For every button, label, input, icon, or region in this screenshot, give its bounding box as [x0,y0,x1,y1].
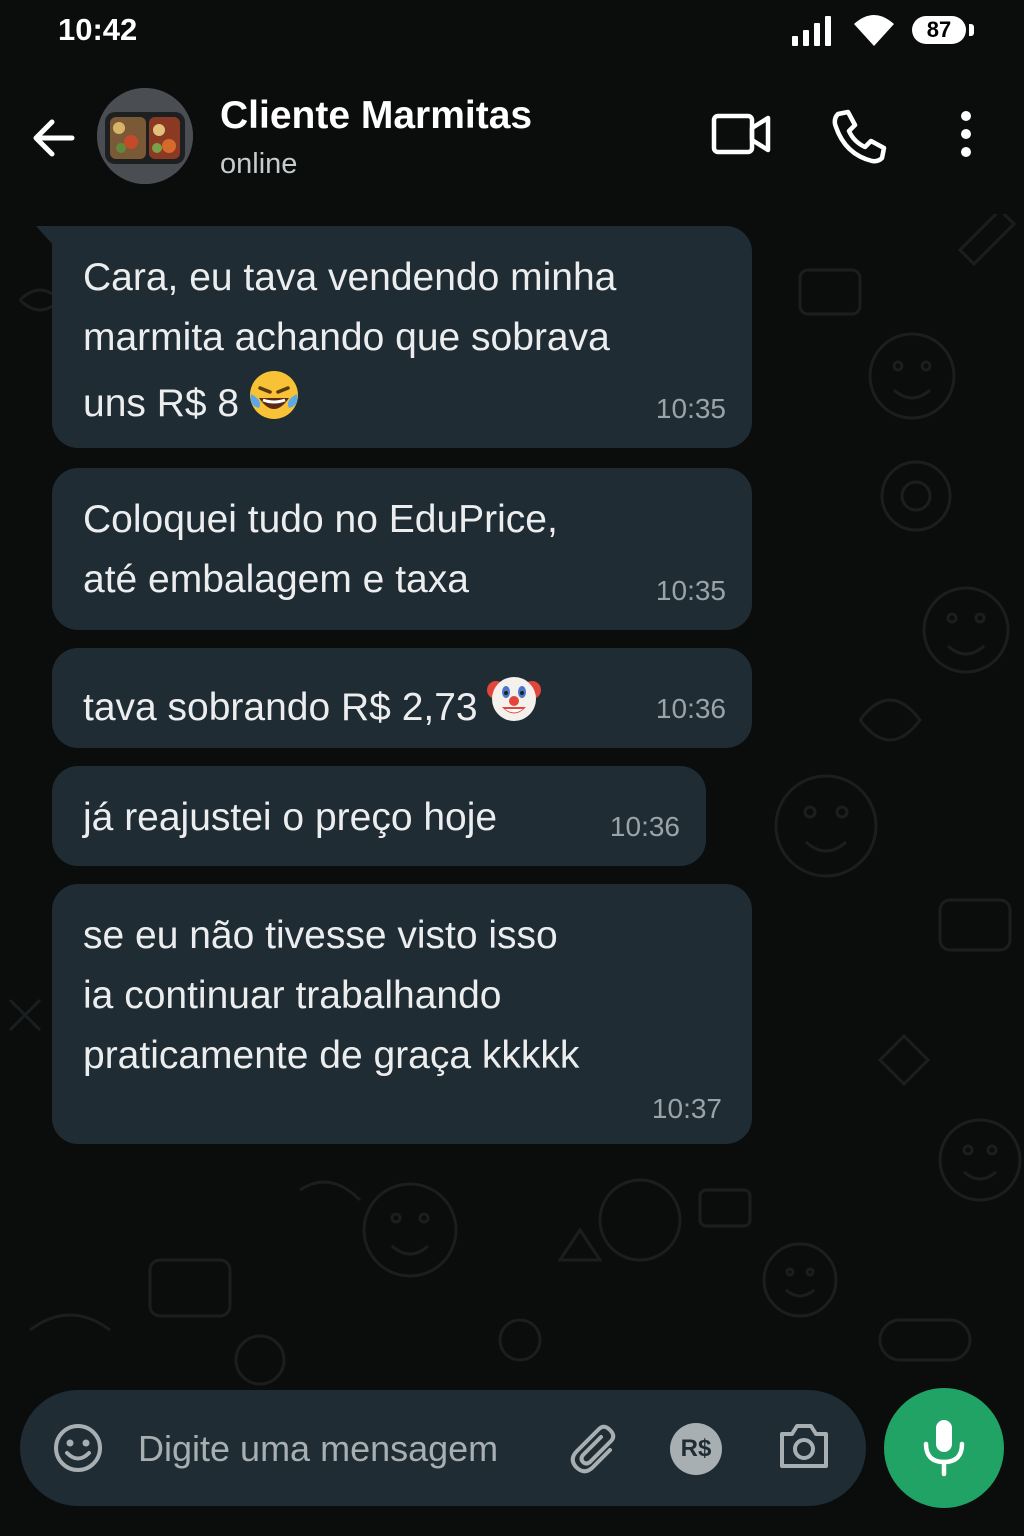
clown-emoji-icon [486,677,541,721]
wifi-icon [854,15,894,46]
payment-button[interactable]: R$ [670,1423,722,1475]
message-line-text: tava sobrando R$ 2,73 [83,686,478,729]
video-call-icon[interactable] [710,108,772,160]
contact-avatar[interactable] [97,88,193,184]
message-line: tava sobrando R$ 2,73 [83,670,722,738]
message-line: Coloquei tudo no EduPrice, [83,498,558,541]
message-time: 10:36 [609,811,680,842]
laughing-tears-emoji-icon [250,371,299,419]
message-line: se eu não tivesse visto isso [83,914,558,957]
phone-call-icon[interactable] [830,108,888,164]
message-bubble[interactable]: já reajustei o preço hoje 10:36 [52,766,706,866]
contact-status: online [220,148,298,180]
microphone-icon [923,1420,965,1477]
status-icons: 87 [792,12,974,50]
message-line-text: uns R$ 8 [83,382,240,425]
chat-header: Cliente Marmitas online [0,64,1024,214]
more-options-icon[interactable] [948,108,984,160]
message-time: 10:35 [655,393,726,424]
signal-icon [792,16,831,46]
back-arrow-icon[interactable] [28,112,80,164]
contact-name[interactable]: Cliente Marmitas [220,94,532,138]
message-line: já reajustei o preço hoje [83,796,498,839]
status-time: 10:42 [58,12,138,47]
voice-message-button[interactable] [884,1388,1004,1508]
message-input[interactable] [136,1418,560,1480]
camera-icon[interactable] [776,1420,832,1474]
paperclip-icon[interactable] [566,1420,622,1476]
battery-level: 87 [912,16,966,44]
message-line: Cara, eu tava vendendo minha [83,256,617,299]
message-line: praticamente de graça kkkkk [83,1034,580,1077]
bubble-tail [36,226,54,246]
message-bubble[interactable]: Coloquei tudo no EduPrice, até embalagem… [52,468,752,630]
message-bubble[interactable]: tava sobrando R$ 2,73 10:36 [52,648,752,748]
status-bar: 10:42 87 [0,0,1024,64]
message-line: uns R$ 8 [83,368,722,434]
message-line: marmita achando que sobrava [83,316,610,359]
message-time: 10:35 [655,575,726,606]
chat-screen: 10:42 87 Cliente Marmitas online Cara, e… [0,0,1024,1536]
message-line: ia continuar trabalhando [83,974,502,1017]
message-bubble[interactable]: Cara, eu tava vendendo minha marmita ach… [36,226,752,448]
emoji-icon[interactable] [52,1422,104,1474]
message-line: até embalagem e taxa [83,558,469,601]
lunchbox-photo-icon [97,88,193,184]
battery-tip [969,24,974,36]
message-time: 10:37 [651,1093,722,1124]
message-bubble[interactable]: se eu não tivesse visto isso ia continua… [52,884,752,1144]
message-time: 10:36 [655,693,726,724]
message-composer: R$ [20,1390,866,1506]
